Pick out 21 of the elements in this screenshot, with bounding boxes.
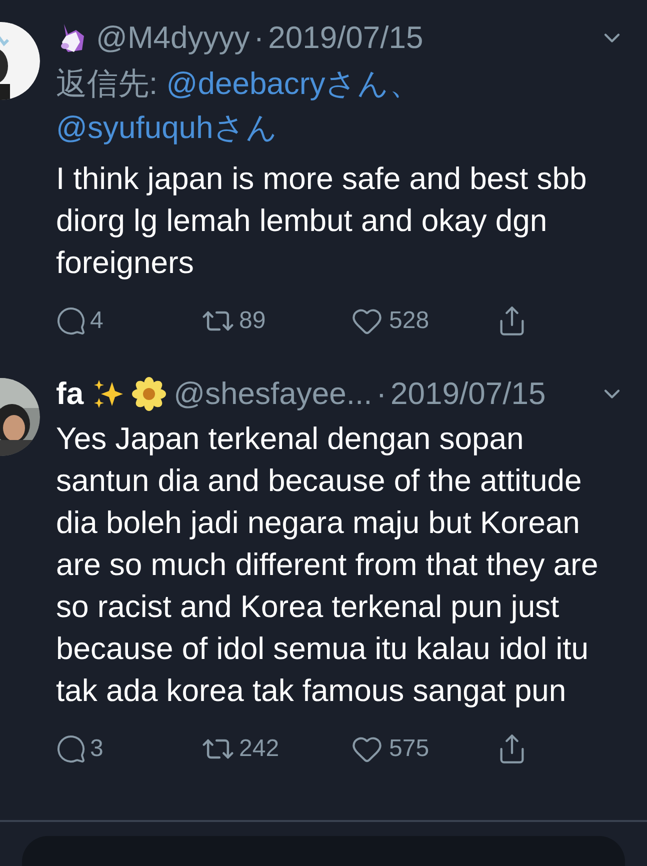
user-handle: @M4dyyyy <box>96 18 250 57</box>
display-name: fa <box>56 374 84 413</box>
tweet-date: 2019/07/15 <box>390 374 546 413</box>
retweet-count: 242 <box>239 734 280 764</box>
reply-count: 4 <box>90 306 104 336</box>
reply-count: 3 <box>90 734 104 764</box>
tweet-date: 2019/07/15 <box>268 18 424 57</box>
user-handle: @shesfayee... <box>174 374 372 413</box>
mention-link[interactable]: @syufuquhさん <box>56 110 278 145</box>
like-count: 575 <box>389 734 430 764</box>
flower-icon <box>132 377 166 411</box>
separator-dot: · <box>254 18 264 57</box>
reply-icon[interactable] <box>56 734 86 764</box>
reply-to-line: 返信先: @deebacryさん、 @syufuquhさん <box>56 65 422 147</box>
like-count: 528 <box>389 306 430 336</box>
retweet-count: 89 <box>239 306 266 336</box>
tweet-text: Yes Japan terkenal dengan sopan santun dia and because of the attitude dia boleh jadi negara maju but Korean are so much different from that they are so racist and Korea terkenal pun just because of idol semua itu kalau idol itu tak ada korea tak famous sangat pun <box>56 420 600 710</box>
tweet-text: I think japan is more safe and best sbb diorg lg lemah lembut and okay dgn foreigners <box>56 160 588 282</box>
reply-icon[interactable] <box>56 306 86 336</box>
separator-dot: · <box>376 374 387 413</box>
mention-link[interactable]: @deebacryさん <box>166 66 390 101</box>
